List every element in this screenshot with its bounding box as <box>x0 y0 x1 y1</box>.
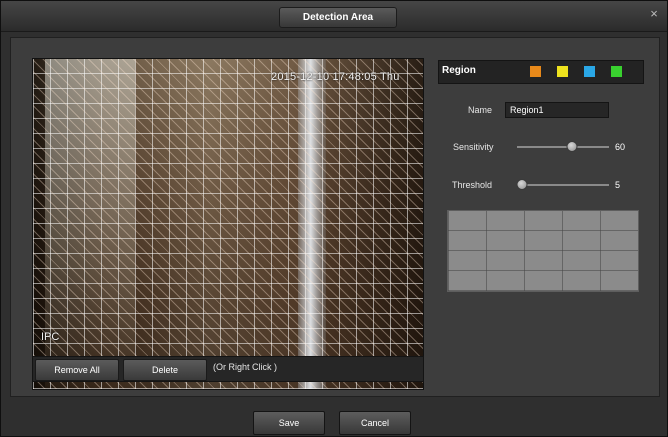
region-preview-grid <box>447 210 639 292</box>
slider-thumb[interactable] <box>516 179 528 190</box>
save-button[interactable]: Save <box>253 411 325 435</box>
region-selector: Region <box>438 60 644 84</box>
camera-label: IPC <box>41 331 60 343</box>
slider-track <box>517 146 609 148</box>
threshold-label: Threshold <box>452 180 493 190</box>
name-label: Name <box>468 105 493 115</box>
region-color-green[interactable] <box>611 66 622 77</box>
sensitivity-value: 60 <box>615 142 626 152</box>
cancel-button[interactable]: Cancel <box>339 411 411 435</box>
threshold-slider[interactable] <box>516 178 609 192</box>
remove-all-button[interactable]: Remove All <box>35 359 119 381</box>
right-click-hint: (Or Right Click ) <box>213 362 278 372</box>
detection-area-dialog: Detection Area × 2015-12-10 17:48:05 Thu… <box>0 0 668 437</box>
threshold-value: 5 <box>615 180 621 190</box>
title-bar: Detection Area × <box>1 1 667 32</box>
grid-action-bar: Remove All Delete (Or Right Click ) <box>32 356 424 382</box>
region-label: Region <box>442 65 476 76</box>
video-timestamp: 2015-12-10 17:48:05 Thu <box>271 71 400 83</box>
slider-track <box>517 184 609 186</box>
slider-thumb[interactable] <box>566 141 578 152</box>
name-input[interactable] <box>505 102 609 118</box>
sensitivity-slider[interactable] <box>517 140 609 154</box>
sensitivity-label: Sensitivity <box>453 142 494 152</box>
content-panel: 2015-12-10 17:48:05 Thu IPC Remove All D… <box>10 37 660 397</box>
detection-grid-overlay[interactable] <box>33 59 423 389</box>
close-icon[interactable]: × <box>647 7 661 21</box>
delete-button[interactable]: Delete <box>123 359 207 381</box>
region-color-yellow[interactable] <box>557 66 568 77</box>
region-color-blue[interactable] <box>584 66 595 77</box>
video-preview-grid[interactable]: 2015-12-10 17:48:05 Thu IPC <box>32 58 424 390</box>
dialog-title: Detection Area <box>279 7 397 28</box>
region-color-orange[interactable] <box>530 66 541 77</box>
